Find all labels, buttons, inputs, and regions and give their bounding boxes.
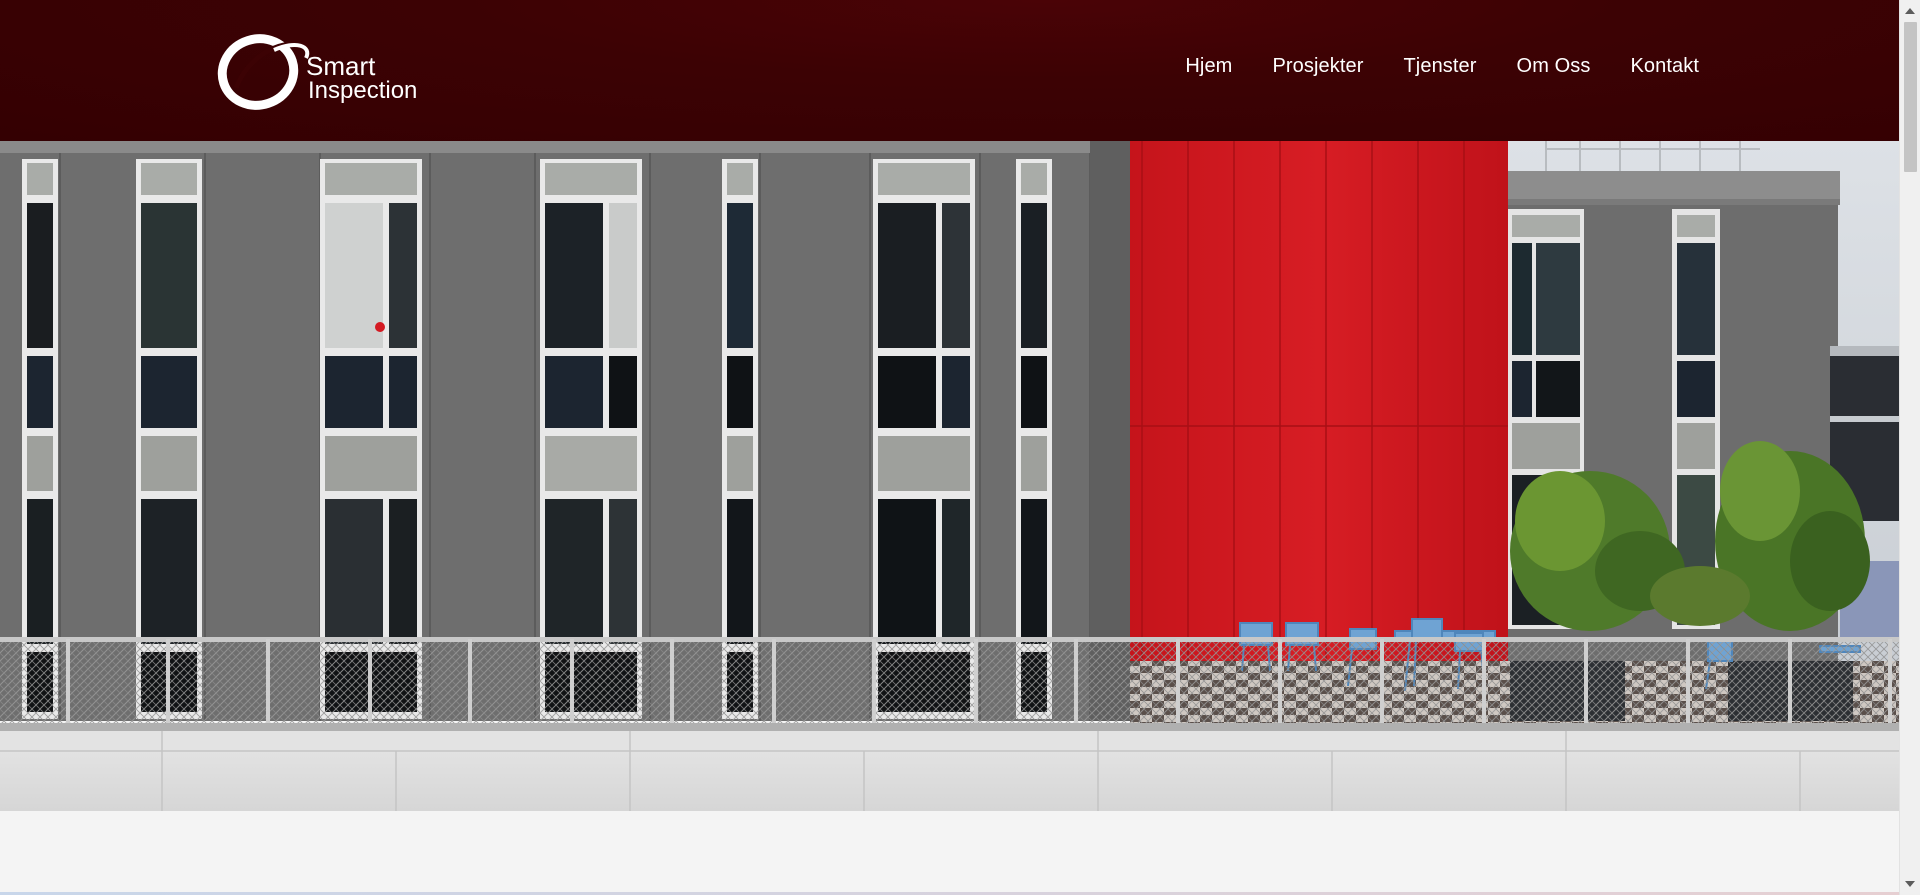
nav-link-tjenster[interactable]: Tjenster [1403, 55, 1476, 78]
hero-image [0, 141, 1899, 811]
scroll-down-arrow-icon[interactable] [1905, 881, 1915, 887]
nav-link-prosjekter[interactable]: Prosjekter [1272, 55, 1363, 78]
hero-building-illustration [0, 141, 1899, 811]
logo-text-inspection: Inspection [308, 77, 416, 104]
site-logo[interactable]: Smart Inspection [216, 32, 417, 110]
site-header: Smart Inspection Hjem Prosjekter Tjenste… [0, 0, 1899, 141]
scrollbar-thumb[interactable] [1904, 22, 1917, 172]
nav-link-kontakt[interactable]: Kontakt [1630, 55, 1699, 78]
scroll-up-arrow-icon[interactable] [1905, 8, 1915, 14]
logo-mark-icon: Smart Inspection [217, 34, 417, 110]
content-area [0, 811, 1899, 895]
nav-link-om-oss[interactable]: Om Oss [1517, 55, 1591, 78]
page: Smart Inspection Hjem Prosjekter Tjenste… [0, 0, 1920, 895]
vertical-scrollbar[interactable] [1899, 0, 1920, 895]
main-nav: Hjem Prosjekter Tjenster Om Oss Kontakt [1185, 55, 1699, 78]
nav-link-hjem[interactable]: Hjem [1185, 55, 1232, 78]
